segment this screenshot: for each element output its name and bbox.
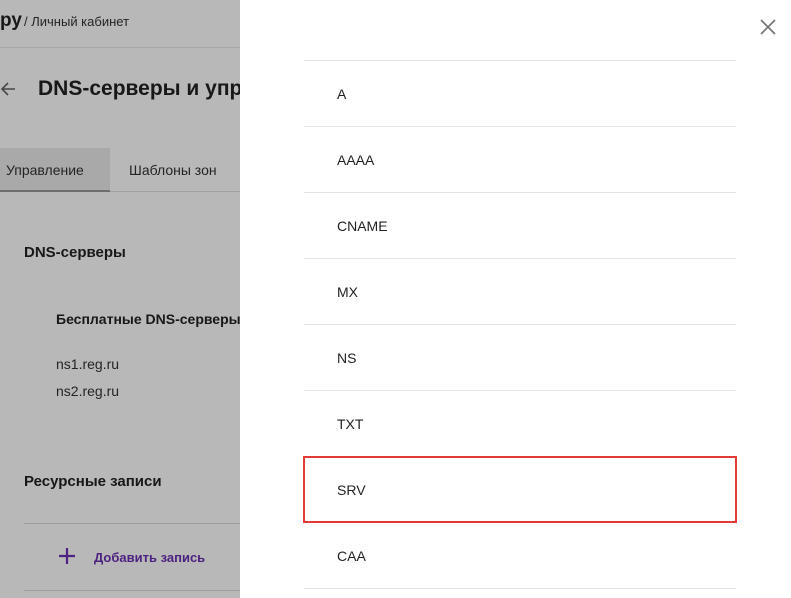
record-type-ns[interactable]: NS: [304, 325, 736, 390]
record-type-cname[interactable]: CNAME: [304, 193, 736, 258]
close-icon[interactable]: [757, 16, 779, 38]
record-type-srv[interactable]: SRV: [303, 456, 737, 523]
record-type-mx[interactable]: MX: [304, 259, 736, 324]
record-type-list: A AAAA CNAME MX NS TXT SRV CAA: [303, 60, 737, 589]
record-type-caa[interactable]: CAA: [304, 523, 736, 588]
divider: [304, 588, 736, 589]
record-type-txt[interactable]: TXT: [304, 391, 736, 456]
modal-overlay[interactable]: [0, 0, 240, 598]
record-type-a[interactable]: A: [304, 61, 736, 126]
record-type-aaaa[interactable]: AAAA: [304, 127, 736, 192]
